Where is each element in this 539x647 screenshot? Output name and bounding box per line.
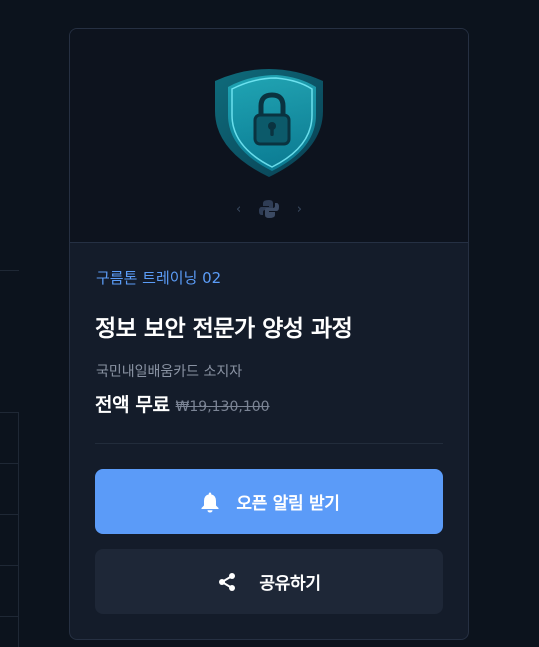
course-category: 구름톤 트레이닝 02 <box>96 269 222 287</box>
panel-divider <box>0 616 19 617</box>
panel-divider <box>0 270 19 271</box>
chevron-left-icon[interactable]: ‹ <box>236 203 241 216</box>
divider <box>95 443 443 444</box>
course-card: ‹ › 구름톤 트레이닝 02 정보 보안 전문가 양성 과정 국민내일배움카드… <box>69 28 469 640</box>
page: ‹ › 구름톤 트레이닝 02 정보 보안 전문가 양성 과정 국민내일배움카드… <box>0 0 539 647</box>
panel-border <box>18 412 19 647</box>
panel-divider <box>0 514 19 515</box>
thumbnail-carousel: ‹ › <box>236 197 302 221</box>
share-button-label: 공유하기 <box>259 574 321 594</box>
panel-divider <box>0 412 19 413</box>
course-title: 정보 보안 전문가 양성 과정 <box>95 316 353 342</box>
shield-lock-icon <box>215 69 323 177</box>
share-icon <box>217 572 237 592</box>
price-free-label: 전액 무료 <box>95 394 170 416</box>
chevron-right-icon[interactable]: › <box>297 203 302 216</box>
share-button[interactable]: 공유하기 <box>95 549 443 614</box>
course-eligibility: 국민내일배움카드 소지자 <box>96 364 243 380</box>
notify-button[interactable]: 오픈 알림 받기 <box>95 469 443 534</box>
bell-icon <box>198 490 222 514</box>
panel-divider <box>0 463 19 464</box>
course-thumbnail: ‹ › <box>70 29 468 243</box>
price-row: 전액 무료 ₩19,130,100 <box>95 390 270 417</box>
notify-button-label: 오픈 알림 받기 <box>236 494 340 514</box>
original-price: ₩19,130,100 <box>175 399 270 415</box>
panel-divider <box>0 565 19 566</box>
left-panel-edge <box>0 0 20 647</box>
python-logo-icon <box>259 200 279 218</box>
